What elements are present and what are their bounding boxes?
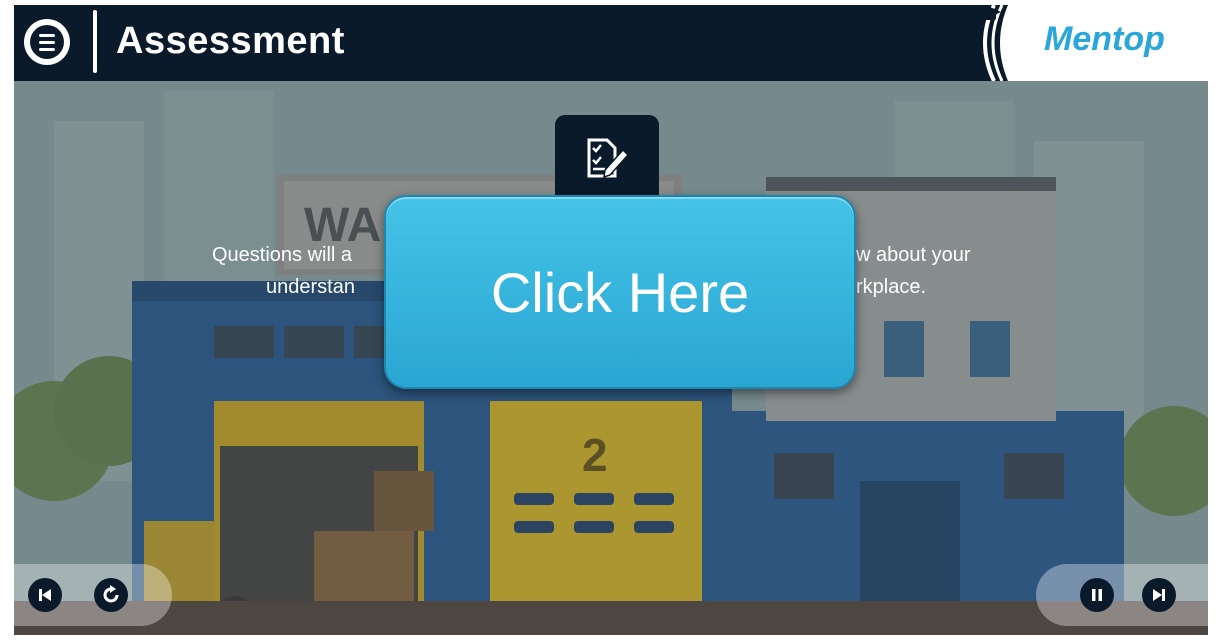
question-text-line1-left: Questions will a [212,244,353,266]
right-control-bar [1036,564,1208,626]
assessment-icon-tab [555,115,659,203]
slide-stage: Assessment Mentop WA 2 Questions will a … [14,5,1208,635]
skip-forward-button[interactable] [1142,578,1176,612]
question-text-line1-right: w about your [856,244,971,266]
skip-back-button[interactable] [28,578,62,612]
menu-button[interactable] [24,19,70,65]
graduation-cap-icon [979,7,1001,20]
hamburger-icon [30,25,64,59]
top-bar: Assessment Mentop [14,5,1208,81]
logo-text: Mentop [1044,20,1165,58]
question-text-line2-left: understan [266,276,355,298]
skip-back-icon [39,589,51,601]
page-title: Assessment [116,20,345,62]
pause-icon [1092,589,1102,601]
skip-forward-icon [1153,589,1165,601]
replay-icon [103,585,119,603]
click-here-button[interactable]: Click Here [384,195,856,389]
replay-button[interactable] [94,578,128,612]
checklist-edit-icon [587,138,630,179]
pause-button[interactable] [1080,578,1114,612]
header-divider [93,10,97,73]
logo-area: Mentop [978,5,1208,81]
question-text-line2-right: rkplace. [856,276,927,298]
